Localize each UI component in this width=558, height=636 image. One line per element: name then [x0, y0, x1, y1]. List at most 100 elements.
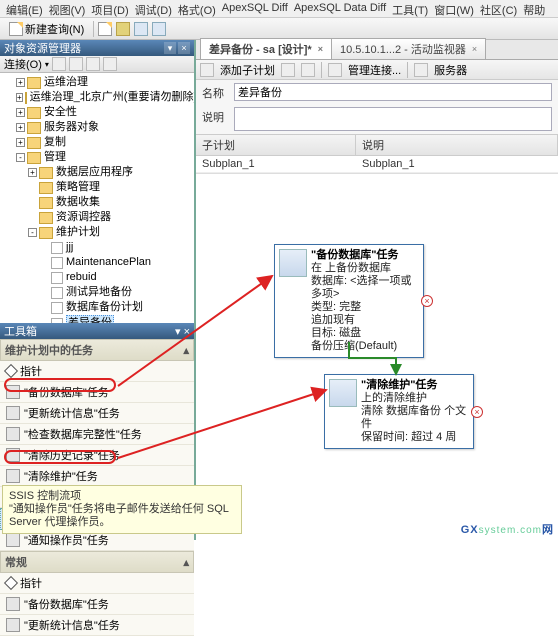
task-label: "备份数据库"任务: [24, 384, 109, 400]
menu-item[interactable]: 调试(D): [135, 2, 172, 15]
task-item[interactable]: "清除历史记录"任务: [0, 445, 194, 466]
tree-node[interactable]: 资源调控器: [4, 210, 194, 225]
filter-icon[interactable]: [69, 57, 83, 71]
pointer-icon: [4, 364, 18, 378]
subplan-row[interactable]: Subplan_1 Subplan_1: [196, 156, 558, 173]
tree-label: 数据库备份计划: [66, 300, 143, 315]
new-query-button[interactable]: 新建查询(N): [4, 19, 89, 39]
main-toolbar: 新建查询(N): [0, 18, 558, 40]
tree-node[interactable]: - 管理: [4, 150, 194, 165]
connect-label[interactable]: 连接(O): [4, 56, 42, 72]
tree-node[interactable]: -维护计划: [4, 225, 194, 240]
tree-node[interactable]: 数据库备份计划: [4, 300, 194, 315]
tree-twist-icon[interactable]: -: [16, 153, 25, 162]
delete-task-icon[interactable]: ×: [421, 295, 433, 307]
tree-twist-icon[interactable]: +: [16, 138, 25, 147]
tree-node[interactable]: +安全性: [4, 105, 194, 120]
task-item[interactable]: "更新统计信息"任务: [0, 403, 194, 424]
tree-label: 管理: [44, 150, 66, 165]
desc-input[interactable]: [234, 107, 552, 131]
task-item[interactable]: "备份数据库"任务: [0, 382, 194, 403]
connections-button[interactable]: 管理连接...: [348, 62, 401, 78]
menu-item[interactable]: 格式(O): [178, 2, 216, 15]
pointer-item[interactable]: 指针: [0, 361, 194, 382]
tab-close-icon[interactable]: ×: [472, 44, 477, 54]
tree-node[interactable]: 差异备份: [4, 315, 194, 323]
tree-node[interactable]: +运维治理: [4, 75, 194, 90]
tree-node[interactable]: +运维治理_北京广州(重要请勿删除): [4, 90, 194, 105]
stop-icon[interactable]: [86, 57, 100, 71]
tree-node[interactable]: MaintenancePlan: [4, 255, 194, 270]
tree-node[interactable]: +数据层应用程序: [4, 165, 194, 180]
task-item[interactable]: "备份数据库"任务: [0, 594, 194, 615]
delete-task-icon[interactable]: ×: [471, 406, 483, 418]
open-icon[interactable]: [98, 22, 112, 36]
new-query-label: 新建查询(N): [25, 21, 84, 37]
menu-item[interactable]: 项目(D): [91, 2, 128, 15]
cleanup-maintenance-task[interactable]: "清除维护"任务 上的清除维护 清除 数据库备份 个文件 保留时间: 超过 4 …: [324, 374, 474, 449]
task-item[interactable]: "更新统计信息"任务: [0, 615, 194, 636]
menu-item[interactable]: 窗口(W): [434, 2, 474, 15]
folder-icon: [39, 227, 53, 239]
script-icon[interactable]: [103, 57, 117, 71]
backup-database-task[interactable]: "备份数据库"任务 在 上备份数据库 数据库: <选择一项或多项> 类型: 完整…: [274, 244, 424, 358]
name-input[interactable]: [234, 83, 552, 101]
tree-twist-icon[interactable]: +: [16, 108, 25, 117]
tree-node[interactable]: jjj: [4, 240, 194, 255]
tab-activity-monitor[interactable]: 10.5.10.1...2 - 活动监视器 ×: [331, 38, 486, 59]
tree-node[interactable]: 测试异地备份: [4, 285, 194, 300]
tree-twist-icon[interactable]: +: [16, 123, 25, 132]
collapse-icon[interactable]: ▴: [183, 556, 189, 569]
subplan-props-icon[interactable]: [281, 63, 295, 77]
task-section-general[interactable]: 常规 ▴: [0, 551, 194, 573]
connections-icon[interactable]: [328, 63, 342, 77]
tree-node[interactable]: +复制: [4, 135, 194, 150]
save-icon[interactable]: [134, 22, 148, 36]
tree-twist-icon[interactable]: +: [16, 78, 25, 87]
tree-twist-icon[interactable]: +: [28, 168, 37, 177]
col-subplan[interactable]: 子计划: [196, 135, 356, 155]
task-section-header[interactable]: 维护计划中的任务 ▴: [0, 339, 194, 361]
pointer-item[interactable]: 指针: [0, 573, 194, 594]
design-canvas[interactable]: "备份数据库"任务 在 上备份数据库 数据库: <选择一项或多项> 类型: 完整…: [196, 173, 558, 540]
desc-label: 说明: [202, 107, 230, 125]
task-item[interactable]: "清除维护"任务: [0, 466, 194, 487]
folder-icon[interactable]: [116, 22, 130, 36]
menu-item[interactable]: 编辑(E): [6, 2, 43, 15]
menu-item[interactable]: 工具(T): [392, 2, 428, 15]
tree-node[interactable]: 策略管理: [4, 180, 194, 195]
menu-item[interactable]: 视图(V): [49, 2, 86, 15]
task-icon: [6, 385, 20, 399]
dropdown-icon[interactable]: ▾: [45, 60, 49, 69]
delete-subplan-icon[interactable]: [301, 63, 315, 77]
tree-twist-icon[interactable]: -: [28, 228, 37, 237]
panel-close-icon[interactable]: ×: [178, 42, 190, 54]
tree-node[interactable]: +服务器对象: [4, 120, 194, 135]
menu-item[interactable]: 帮助: [523, 2, 545, 15]
task-icon: [6, 427, 20, 441]
servers-icon[interactable]: [414, 63, 428, 77]
object-explorer-tree[interactable]: +运维治理+运维治理_北京广州(重要请勿删除)+安全性+服务器对象+复制-管理+…: [0, 73, 194, 323]
panel-dropdown-icon[interactable]: ▾: [164, 42, 176, 54]
add-subplan-button[interactable]: 添加子计划: [220, 62, 275, 78]
menu-item[interactable]: ApexSQL Data Diff: [294, 2, 386, 15]
toolbox-dropdown-icon[interactable]: ▾: [175, 326, 181, 338]
refresh-icon[interactable]: [52, 57, 66, 71]
tree-twist-icon[interactable]: +: [16, 93, 23, 102]
toolbox-close-icon[interactable]: ×: [184, 326, 190, 338]
object-explorer-toolbar: 连接(O) ▾: [0, 56, 194, 73]
add-subplan-icon[interactable]: [200, 63, 214, 77]
save-all-icon[interactable]: [152, 22, 166, 36]
tab-design[interactable]: 差异备份 - sa [设计]* ×: [200, 38, 332, 59]
collapse-icon[interactable]: ▴: [183, 344, 189, 357]
pointer-icon: [4, 576, 18, 590]
main-menu: 编辑(E) 视图(V) 项目(D) 调试(D) 格式(O) ApexSQL Di…: [0, 0, 558, 18]
tree-node[interactable]: rebuid: [4, 270, 194, 285]
menu-item[interactable]: 社区(C): [480, 2, 517, 15]
tab-close-icon[interactable]: ×: [318, 44, 323, 54]
tree-node[interactable]: 数据收集: [4, 195, 194, 210]
menu-item[interactable]: ApexSQL Diff: [222, 2, 288, 15]
task-item[interactable]: "检查数据库完整性"任务: [0, 424, 194, 445]
col-desc[interactable]: 说明: [356, 135, 558, 155]
servers-button[interactable]: 服务器: [434, 62, 467, 78]
